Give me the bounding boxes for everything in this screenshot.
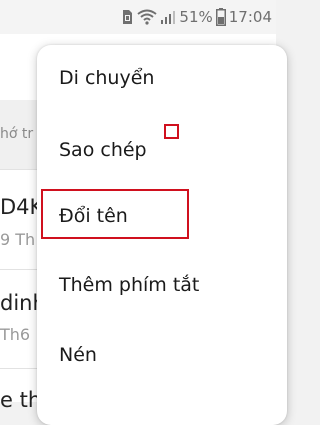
highlight-box: [41, 189, 189, 239]
status-icons: 51% 17:04: [120, 7, 272, 27]
status-bar: 51% 17:04: [0, 0, 276, 34]
list-item-title[interactable]: D4K: [0, 195, 38, 219]
list-item-title[interactable]: dinh: [0, 291, 38, 315]
signal-icon: [160, 9, 176, 25]
clock: 17:04: [228, 8, 272, 26]
list-item-subtitle: 9 Th: [0, 230, 36, 249]
battery-percent: 51%: [179, 8, 213, 26]
battery-icon: [215, 8, 226, 26]
list-item-subtitle: Th6: [0, 325, 31, 344]
list-divider: [0, 368, 40, 369]
list-header-text: hớ tr: [0, 126, 34, 142]
menu-item-add-shortcut[interactable]: Thêm phím tắt: [59, 274, 199, 296]
menu-item-move[interactable]: Di chuyển: [59, 67, 154, 89]
menu-item-copy[interactable]: Sao chép: [59, 139, 147, 161]
sim-card-icon: [120, 9, 134, 25]
list-divider: [0, 269, 40, 270]
list-item-title[interactable]: e th: [0, 388, 38, 412]
annotation-marker: [164, 124, 179, 139]
wifi-icon: [137, 9, 158, 25]
list-divider: [0, 169, 40, 170]
menu-item-compress[interactable]: Nén: [59, 344, 97, 366]
